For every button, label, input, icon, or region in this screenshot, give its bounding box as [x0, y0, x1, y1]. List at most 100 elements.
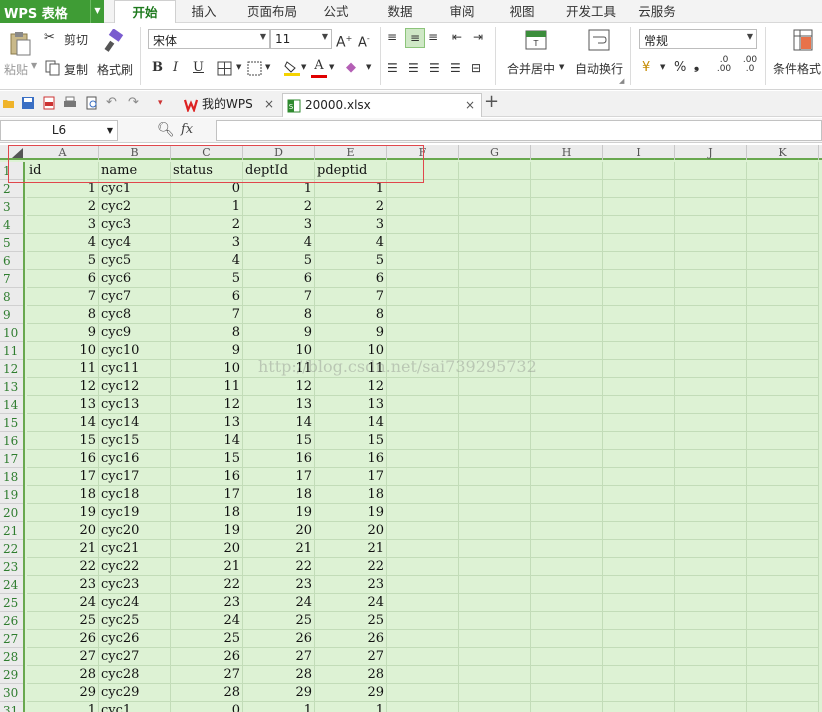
cell[interactable] — [747, 486, 819, 504]
cell[interactable] — [675, 360, 747, 378]
cell[interactable] — [387, 576, 459, 594]
row-header[interactable]: 13 — [0, 378, 23, 396]
tab-1[interactable]: 插入 — [183, 0, 225, 23]
cell[interactable] — [459, 702, 531, 712]
cell[interactable] — [531, 378, 603, 396]
cell[interactable] — [675, 684, 747, 702]
cell[interactable]: 11 — [171, 378, 243, 396]
cell[interactable] — [387, 612, 459, 630]
cell[interactable] — [747, 288, 819, 306]
cell[interactable] — [747, 360, 819, 378]
cell[interactable]: 18 — [171, 504, 243, 522]
cell[interactable]: cyc6 — [99, 270, 171, 288]
cell[interactable]: 0 — [171, 180, 243, 198]
cell[interactable] — [387, 432, 459, 450]
cell[interactable]: 14 — [27, 414, 99, 432]
cell[interactable]: 5 — [315, 252, 387, 270]
cell[interactable]: 15 — [27, 432, 99, 450]
cell[interactable]: 1 — [171, 198, 243, 216]
cell[interactable] — [747, 540, 819, 558]
align-top-icon[interactable]: ≡ — [387, 28, 397, 46]
cell[interactable]: 9 — [27, 324, 99, 342]
cell[interactable] — [747, 702, 819, 712]
cell[interactable] — [531, 684, 603, 702]
cell[interactable]: 12 — [243, 378, 315, 396]
cell[interactable] — [459, 504, 531, 522]
cell[interactable]: 21 — [27, 540, 99, 558]
increase-font-icon[interactable]: A+ — [336, 30, 352, 52]
row-header[interactable]: 25 — [0, 594, 23, 612]
cell[interactable]: 4 — [171, 252, 243, 270]
cell[interactable] — [747, 252, 819, 270]
cell[interactable]: cyc3 — [99, 216, 171, 234]
cell[interactable]: 15 — [171, 450, 243, 468]
cell[interactable] — [603, 342, 675, 360]
document-tab[interactable]: S 20000.xlsx × — [282, 93, 482, 117]
cell[interactable]: 17 — [315, 468, 387, 486]
cell[interactable] — [531, 630, 603, 648]
cell[interactable]: 24 — [27, 594, 99, 612]
cell[interactable]: 22 — [171, 576, 243, 594]
cell[interactable] — [675, 234, 747, 252]
cell[interactable] — [531, 288, 603, 306]
row-header[interactable]: 27 — [0, 630, 23, 648]
cell[interactable] — [459, 432, 531, 450]
cell[interactable]: 6 — [315, 270, 387, 288]
cell[interactable]: 3 — [171, 234, 243, 252]
close-tab-icon[interactable]: × — [264, 93, 274, 115]
cell[interactable] — [387, 648, 459, 666]
cell[interactable]: 7 — [27, 288, 99, 306]
cell[interactable]: 4 — [315, 234, 387, 252]
cell[interactable] — [675, 468, 747, 486]
cell[interactable] — [747, 324, 819, 342]
bold-button[interactable]: B — [152, 59, 163, 77]
currency-icon[interactable]: ¥ — [642, 59, 650, 77]
row-header[interactable]: 9 — [0, 306, 23, 324]
cell[interactable] — [531, 540, 603, 558]
expand-icon[interactable]: ◢ — [619, 77, 624, 85]
cell[interactable] — [747, 666, 819, 684]
chevron-down-icon[interactable]: ▼ — [366, 63, 371, 71]
cell[interactable]: cyc24 — [99, 594, 171, 612]
cell[interactable] — [603, 270, 675, 288]
row-header[interactable]: 12 — [0, 360, 23, 378]
number-format-select[interactable]: 常规 ▼ — [639, 29, 757, 49]
cell[interactable] — [459, 180, 531, 198]
cell[interactable] — [459, 270, 531, 288]
cell[interactable] — [531, 216, 603, 234]
cell[interactable] — [387, 594, 459, 612]
cell[interactable]: 5 — [171, 270, 243, 288]
align-bottom-icon[interactable]: ≡ — [428, 28, 438, 46]
cell[interactable]: cyc29 — [99, 684, 171, 702]
cell[interactable] — [603, 612, 675, 630]
row-header[interactable]: 18 — [0, 468, 23, 486]
cell[interactable]: 21 — [171, 558, 243, 576]
cell[interactable]: 6 — [27, 270, 99, 288]
cell[interactable] — [387, 324, 459, 342]
cell[interactable] — [459, 630, 531, 648]
cell[interactable]: cyc19 — [99, 504, 171, 522]
cell[interactable]: 10 — [171, 360, 243, 378]
cell[interactable] — [531, 612, 603, 630]
cell[interactable]: 1 — [27, 702, 99, 712]
cell[interactable]: 13 — [315, 396, 387, 414]
cell[interactable]: 19 — [171, 522, 243, 540]
cell[interactable]: 8 — [171, 324, 243, 342]
cell[interactable]: 12 — [315, 378, 387, 396]
cell[interactable]: 4 — [243, 234, 315, 252]
cell[interactable]: 19 — [243, 504, 315, 522]
cell[interactable] — [459, 540, 531, 558]
cell[interactable]: 12 — [27, 378, 99, 396]
cell[interactable]: 29 — [315, 684, 387, 702]
cell[interactable]: 19 — [27, 504, 99, 522]
font-name-select[interactable]: 宋体 ▼ — [148, 29, 270, 49]
cell[interactable] — [459, 666, 531, 684]
cell[interactable] — [675, 378, 747, 396]
decrease-indent-icon[interactable]: ⇤ — [452, 28, 462, 46]
column-header[interactable]: J — [675, 145, 747, 160]
customize-toolbar-icon[interactable]: ▾ — [158, 94, 163, 112]
cell[interactable] — [459, 162, 531, 180]
cell[interactable]: 21 — [243, 540, 315, 558]
row-header[interactable]: 3 — [0, 198, 23, 216]
cell[interactable] — [675, 702, 747, 712]
